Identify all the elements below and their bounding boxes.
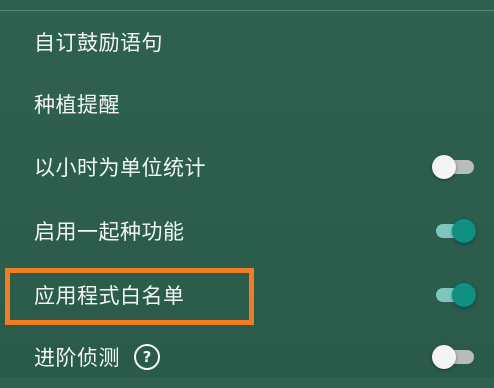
settings-list: 自订鼓励语句 种植提醒 以小时为单位统计 启用一起种功能 应用程式白名单 进阶侦… [0,0,494,377]
setting-label-planting-reminder: 种植提醒 [34,93,120,117]
setting-row-planting-reminder[interactable]: 种植提醒 [0,73,494,135]
setting-row-plant-together: 启用一起种功能 [0,200,494,262]
setting-row-advanced-detection: 进阶侦测 ? [0,326,494,388]
hourly-stats-toggle[interactable] [432,155,474,179]
setting-label-plant-together: 启用一起种功能 [34,220,185,244]
setting-row-hourly-stats: 以小时为单位统计 [0,136,494,198]
setting-label-custom-encouragement: 自订鼓励语句 [34,31,163,55]
toggle-thumb [432,345,456,369]
toggle-thumb [452,283,476,307]
highlight-box [5,268,254,325]
setting-row-custom-encouragement[interactable]: 自订鼓励语句 [0,11,494,73]
toggle-thumb [452,219,476,243]
help-icon[interactable]: ? [134,344,160,370]
setting-label-advanced-detection: 进阶侦测 [34,346,120,370]
toggle-thumb [432,155,456,179]
plant-together-toggle[interactable] [432,219,476,243]
setting-label-hourly-stats: 以小时为单位统计 [34,156,206,180]
advanced-detection-toggle[interactable] [432,345,474,369]
app-whitelist-toggle[interactable] [432,283,476,307]
